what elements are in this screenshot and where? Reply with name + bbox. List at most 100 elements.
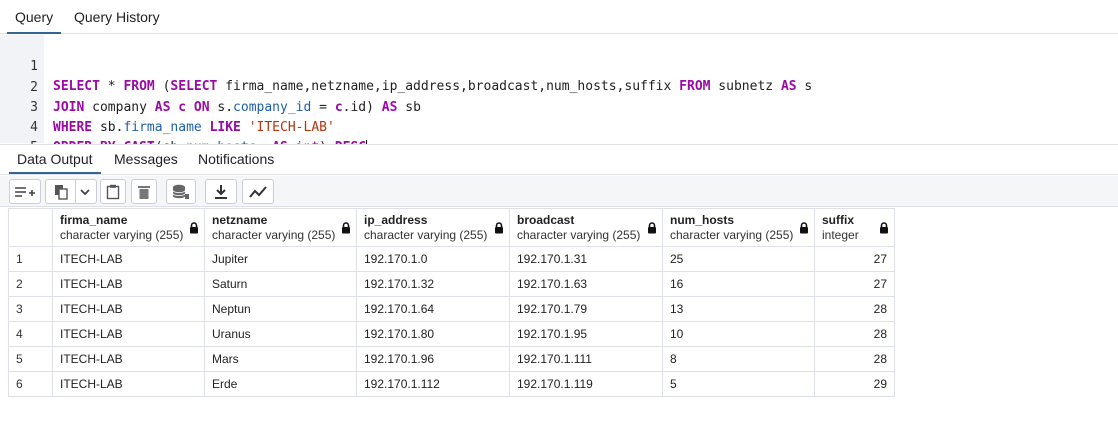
table-cell[interactable]: Uranus [204, 321, 357, 347]
row-number[interactable]: 5 [8, 346, 53, 372]
code-line-2[interactable]: 2 JOIN company AS c ON s.company_id = c.… [0, 58, 1118, 115]
table-cell[interactable]: ITECH-LAB [52, 346, 205, 372]
table-cell[interactable]: 28 [814, 321, 895, 347]
column-name: firma_name [60, 213, 128, 227]
download-button[interactable] [205, 179, 237, 204]
table-cell[interactable]: 192.170.1.79 [509, 296, 663, 322]
table-cell[interactable]: 192.170.1.119 [509, 371, 663, 397]
table-cell[interactable]: 192.170.1.31 [509, 246, 663, 272]
code-line-4[interactable]: 4 ORDER BY CAST(sb.num_hosts AS int) DES… [0, 98, 1118, 156]
table-cell[interactable]: 8 [662, 346, 815, 372]
table-cell[interactable]: ITECH-LAB [52, 271, 205, 297]
table-cell[interactable]: 10 [662, 321, 815, 347]
lock-icon [341, 222, 351, 237]
table-row[interactable]: 6 ITECH-LAB Erde 192.170.1.112 192.170.1.119… [8, 371, 895, 397]
row-number[interactable]: 2 [8, 271, 53, 297]
result-panel-tab-bar: Data Output Messages Notifications [0, 144, 1118, 175]
save-data-icon [172, 184, 190, 200]
column-name: ip_address [364, 213, 428, 227]
column-header-num-hosts[interactable]: num_hosts character varying (255) [662, 208, 815, 247]
table-cell[interactable]: 5 [662, 371, 815, 397]
table-cell[interactable]: 192.170.1.63 [509, 271, 663, 297]
download-icon [214, 184, 228, 200]
table-cell[interactable]: Saturn [204, 271, 357, 297]
row-number[interactable]: 1 [8, 246, 53, 272]
table-cell[interactable]: Jupiter [204, 246, 357, 272]
table-row[interactable]: 4 ITECH-LAB Uranus 192.170.1.80 192.170.1.95… [8, 321, 895, 347]
table-cell[interactable]: 192.170.1.95 [509, 321, 663, 347]
data-output-grid: firma_name character varying (255) netzn… [8, 208, 895, 397]
row-number[interactable]: 4 [8, 321, 53, 347]
chevron-down-icon[interactable] [79, 188, 90, 196]
column-header-netzname[interactable]: netzname character varying (255) [204, 208, 357, 247]
lock-icon [647, 222, 657, 237]
table-cell[interactable]: ITECH-LAB [52, 246, 205, 272]
tab-notifications[interactable]: Notifications [190, 145, 282, 174]
table-cell[interactable]: 27 [814, 246, 895, 272]
table-row[interactable]: 3 ITECH-LAB Neptun 192.170.1.64 192.170.1.79… [8, 296, 895, 322]
add-row-icon [14, 185, 36, 199]
table-cell[interactable]: Mars [204, 346, 357, 372]
delete-icon [137, 184, 151, 200]
table-cell[interactable]: 192.170.1.64 [356, 296, 510, 322]
table-cell[interactable]: 192.170.1.32 [356, 271, 510, 297]
copy-icon [53, 184, 69, 200]
lock-icon [494, 222, 504, 237]
column-name: netzname [212, 213, 268, 227]
copy-button[interactable] [45, 179, 97, 204]
row-number[interactable]: 6 [8, 371, 53, 397]
table-cell[interactable]: 16 [662, 271, 815, 297]
result-toolbar [0, 176, 1118, 207]
column-header-broadcast[interactable]: broadcast character varying (255) [509, 208, 663, 247]
table-cell[interactable]: ITECH-LAB [52, 371, 205, 397]
tab-data-output[interactable]: Data Output [9, 145, 101, 174]
column-name: suffix [822, 213, 855, 227]
table-cell[interactable]: Erde [204, 371, 357, 397]
column-type: integer [822, 228, 859, 242]
paste-button[interactable] [100, 179, 126, 204]
column-header-firma-name[interactable]: firma_name character varying (255) [52, 208, 205, 247]
table-cell[interactable]: 27 [814, 271, 895, 297]
table-cell[interactable]: ITECH-LAB [52, 321, 205, 347]
table-cell[interactable]: 192.170.1.112 [356, 371, 510, 397]
column-header-suffix[interactable]: suffix integer [814, 208, 895, 247]
column-name: num_hosts [670, 213, 735, 227]
table-cell[interactable]: 13 [662, 296, 815, 322]
column-type: character varying (255) [212, 228, 336, 242]
table-cell[interactable]: 192.170.1.80 [356, 321, 510, 347]
table-cell[interactable]: 28 [814, 296, 895, 322]
row-number[interactable]: 3 [8, 296, 53, 322]
sql-editor[interactable]: 1 SELECT * FROM (SELECT firma_name,netzn… [0, 35, 1118, 156]
code-line-3[interactable]: 3 WHERE sb.firma_name LIKE 'ITECH-LAB' [0, 78, 1118, 135]
tab-query[interactable]: Query [7, 0, 62, 34]
table-cell[interactable]: 192.170.1.111 [509, 346, 663, 372]
table-row[interactable]: 5 ITECH-LAB Mars 192.170.1.96 192.170.1.111 8… [8, 346, 895, 372]
divider [74, 180, 76, 203]
column-type: character varying (255) [364, 228, 488, 242]
lock-icon [879, 222, 889, 237]
table-cell[interactable]: 192.170.1.0 [356, 246, 510, 272]
grid-header-row: firma_name character varying (255) netzn… [8, 208, 895, 247]
code-line-1[interactable]: 1 SELECT * FROM (SELECT firma_name,netzn… [0, 37, 1118, 94]
table-cell[interactable]: 25 [662, 246, 815, 272]
column-header-ip-address[interactable]: ip_address character varying (255) [356, 208, 510, 247]
column-type: character varying (255) [670, 228, 794, 242]
lock-icon [189, 222, 199, 237]
table-row[interactable]: 2 ITECH-LAB Saturn 192.170.1.32 192.170.1.63… [8, 271, 895, 297]
column-type: character varying (255) [517, 228, 641, 242]
table-cell[interactable]: 29 [814, 371, 895, 397]
table-cell[interactable]: ITECH-LAB [52, 296, 205, 322]
top-tab-bar: Query Query History [0, 0, 1118, 34]
lock-icon [799, 222, 809, 237]
table-cell[interactable]: 192.170.1.96 [356, 346, 510, 372]
save-data-button[interactable] [166, 179, 196, 204]
table-cell[interactable]: Neptun [204, 296, 357, 322]
table-row[interactable]: 1 ITECH-LAB Jupiter 192.170.1.0 192.170.1.31… [8, 246, 895, 272]
graph-visualiser-button[interactable] [242, 179, 274, 204]
tab-query-history[interactable]: Query History [66, 0, 168, 34]
delete-button[interactable] [131, 179, 157, 204]
table-cell[interactable]: 28 [814, 346, 895, 372]
tab-messages[interactable]: Messages [106, 145, 186, 174]
add-row-button[interactable] [9, 179, 41, 204]
code-line-5[interactable]: 5 [0, 118, 1118, 155]
